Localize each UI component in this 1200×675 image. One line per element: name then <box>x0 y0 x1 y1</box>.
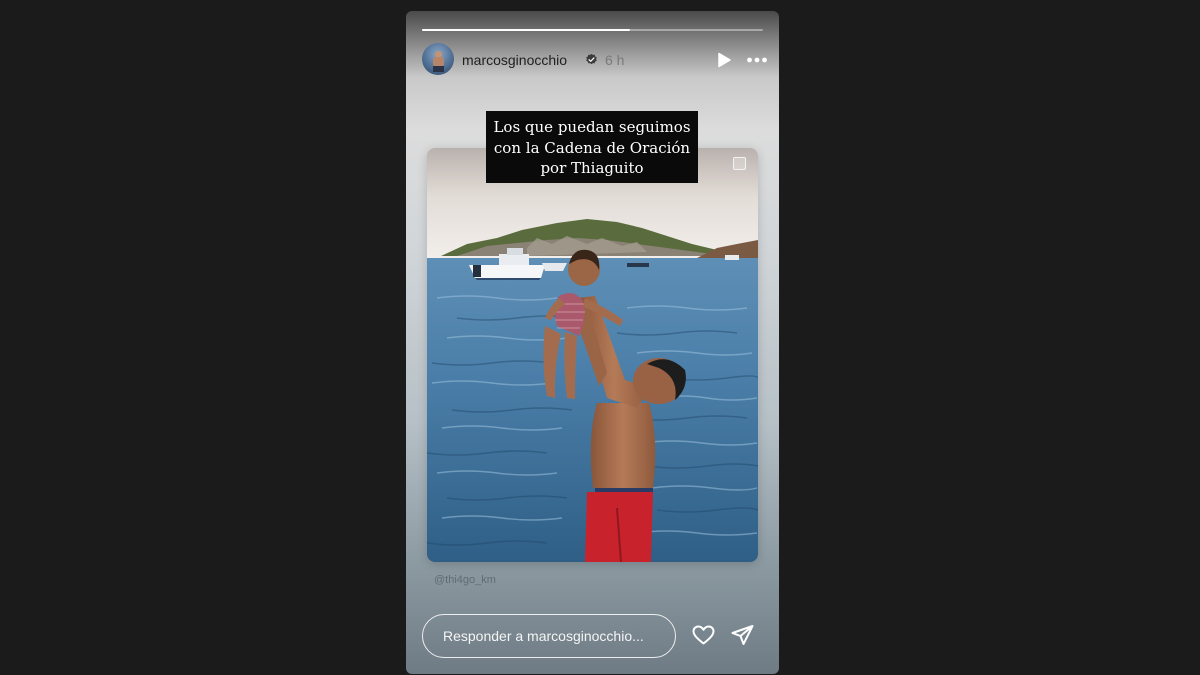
caption-line: con la Cadena de Oración <box>493 138 691 157</box>
more-horizontal-icon[interactable] <box>746 51 768 69</box>
username[interactable]: marcosginocchio <box>462 52 567 68</box>
reply-input[interactable] <box>422 614 676 658</box>
play-icon[interactable] <box>716 52 732 68</box>
shared-post-image[interactable] <box>427 148 758 562</box>
caption-line: por Thiaguito <box>540 159 644 177</box>
send-icon[interactable] <box>730 623 755 647</box>
post-time: 6 h <box>605 52 625 68</box>
photo-credit-mention[interactable]: @thi4go_km <box>434 574 496 586</box>
story-progress-fill <box>422 29 630 31</box>
avatar[interactable] <box>422 43 454 75</box>
story-viewer[interactable]: marcosginocchio 6 h Los que puedan segui… <box>406 11 779 674</box>
card-checkbox[interactable] <box>733 157 746 170</box>
heart-icon[interactable] <box>691 623 716 647</box>
story-progress-bar <box>422 29 763 31</box>
caption-line: Los que puedan seguimos <box>493 118 691 136</box>
verified-badge-icon <box>586 53 597 65</box>
story-header: marcosginocchio 6 h <box>422 43 767 77</box>
story-caption: Los que puedan seguimos con la Cadena de… <box>486 111 698 183</box>
